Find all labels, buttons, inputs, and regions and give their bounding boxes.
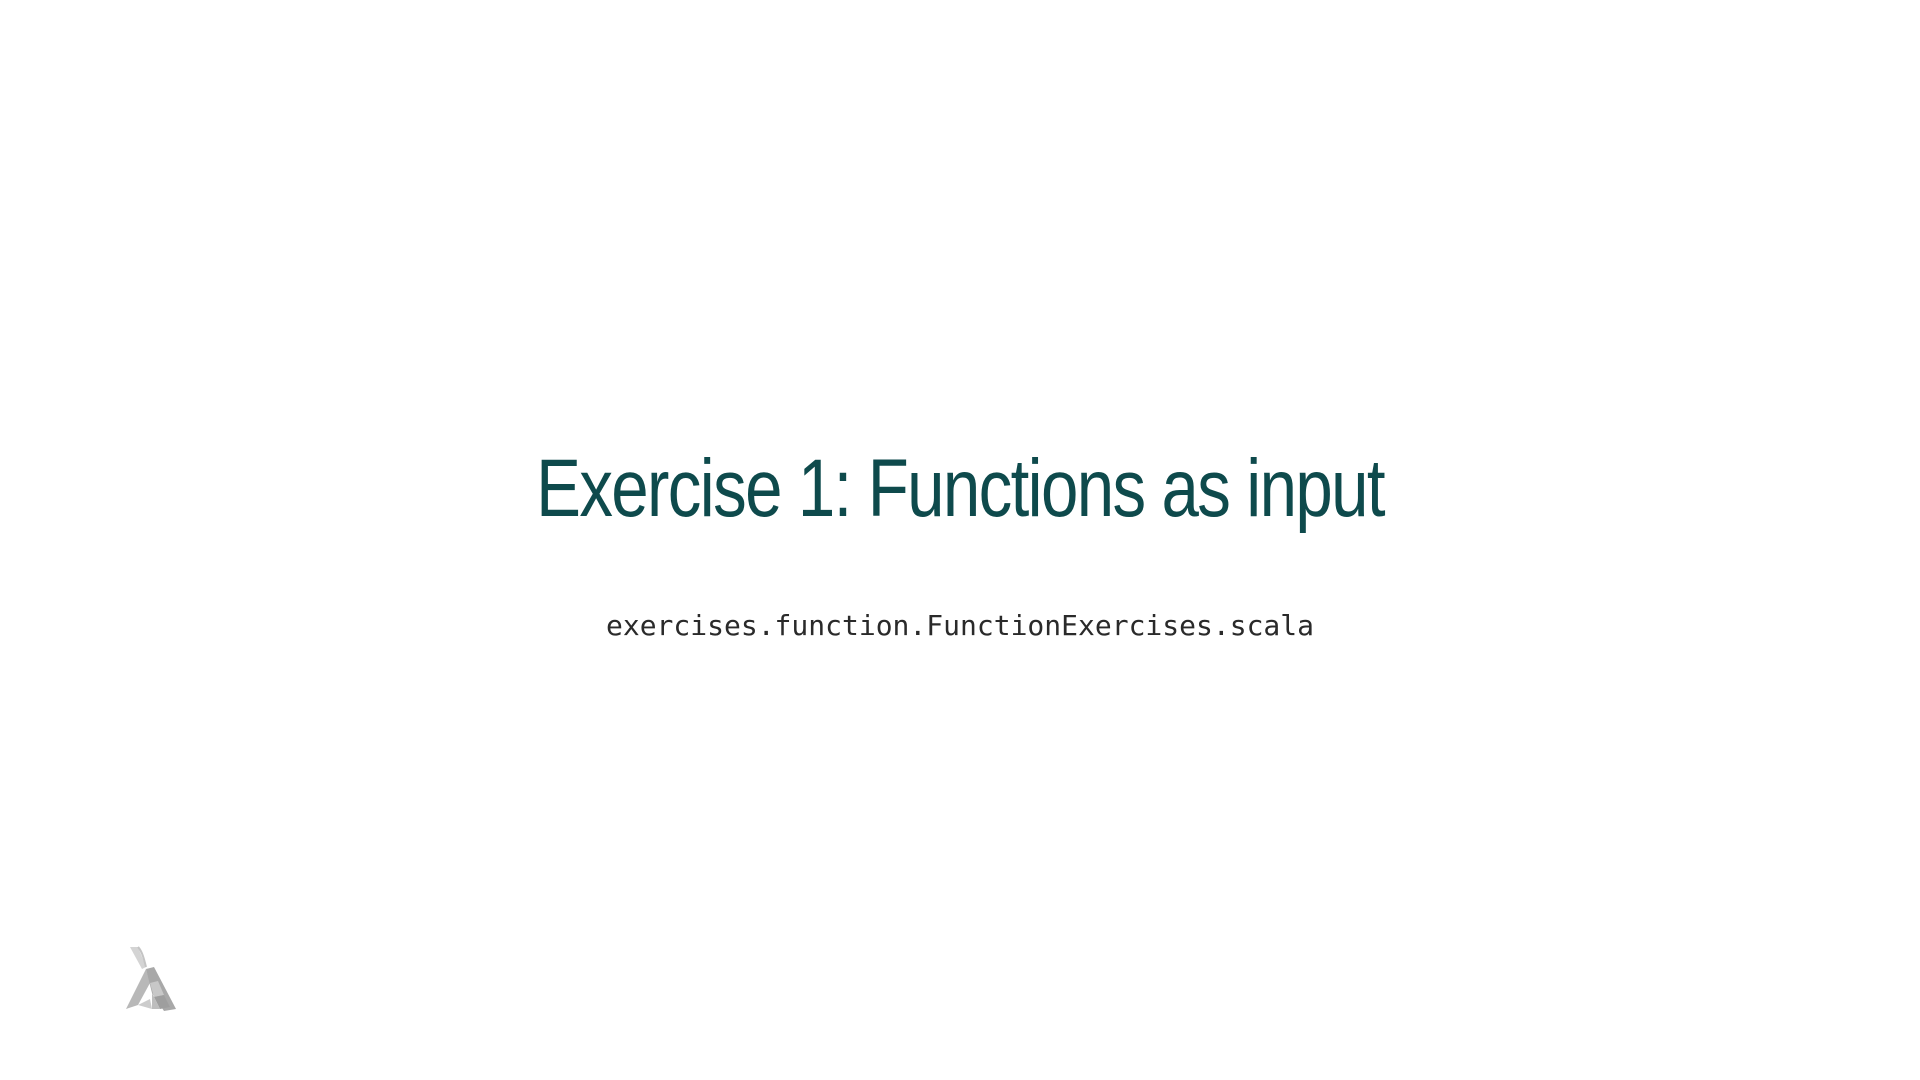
- slide-title: Exercise 1: Functions as input: [536, 443, 1385, 534]
- slide: Exercise 1: Functions as input exercises…: [0, 0, 1920, 1080]
- slide-subtitle-file-path: exercises.function.FunctionExercises.sca…: [605, 609, 1314, 642]
- lambda-logo-icon: [124, 945, 184, 1013]
